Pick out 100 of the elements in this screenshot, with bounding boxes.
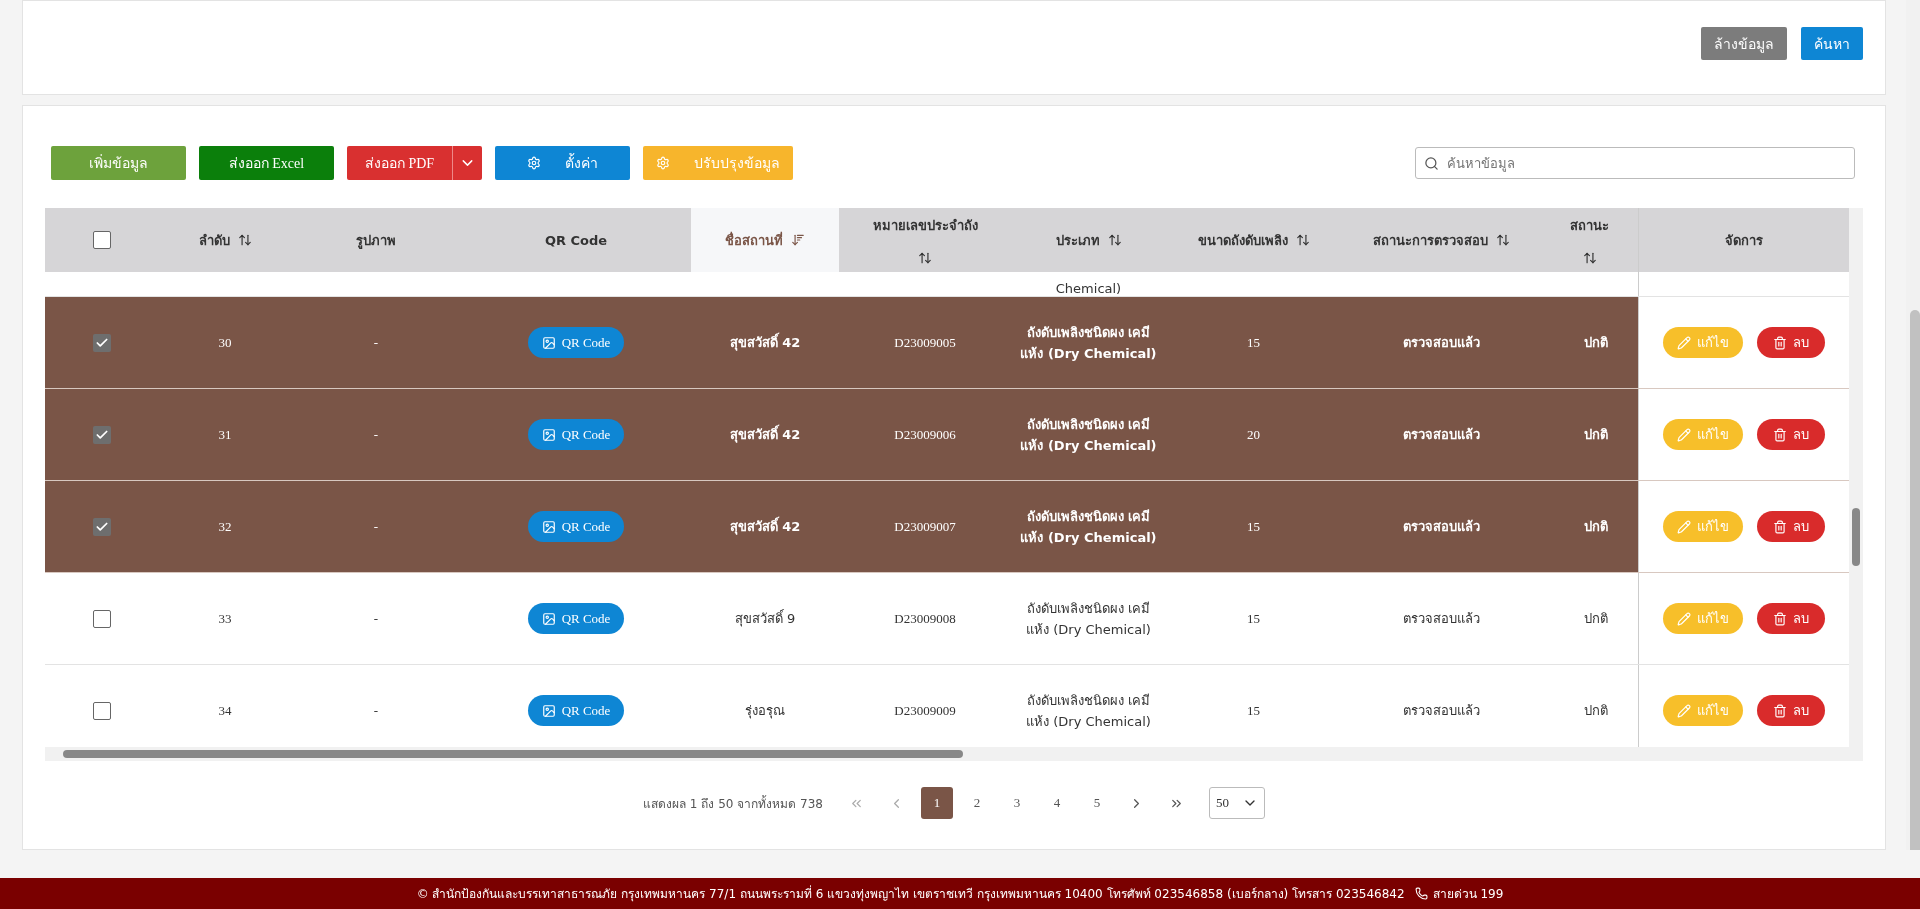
table-cell-text: ตรวจสอบแล้ว — [1402, 702, 1480, 720]
table-cell: 31 — [218, 426, 232, 443]
image-icon — [541, 703, 556, 718]
search-button[interactable]: ค้นหา — [1801, 27, 1863, 60]
toolbar-button[interactable]: เพิ่มข้อมูล — [51, 146, 186, 180]
table-cell: D23009009 — [894, 702, 956, 719]
table-cell: 15 — [1247, 518, 1260, 535]
image-icon — [541, 335, 556, 350]
table-cell-text: ถังดับเพลิงชนิดผง เคมีแห้ง (Dry Chemical) — [1019, 415, 1158, 455]
table-cell-text: รุ่งอรุณ — [745, 702, 785, 721]
image-icon — [541, 611, 556, 626]
column-header[interactable]: ชื่อสถานที่ — [691, 208, 839, 272]
table-cell-text: ปกติ — [1584, 702, 1608, 720]
table-cell: - — [373, 426, 379, 443]
table-cell-text: ตรวจสอบแล้ว — [1402, 610, 1480, 628]
page-button[interactable]: 1 — [920, 787, 953, 819]
hotline: สายด่วน 199 — [1414, 884, 1504, 903]
pagination-info: แสดงผล 1 ถึง 50 จากทั้งหมด 738 — [643, 794, 823, 813]
table-cell: สุขสวัสดิ์ 42 — [729, 424, 801, 445]
page-button[interactable]: 4 — [1040, 787, 1073, 819]
table-row[interactable]: 30 - QR Code สุขสวัสดิ์ 42 D23009005 ถังดับเพลิงชนิดผง เคมีแห้ง (Dry Chemical) 15 ตรวจสอบแล้ว ปกติ แก้ไข ลบ — [45, 297, 1849, 389]
trash-icon — [1773, 335, 1787, 350]
table-row[interactable]: 32 - QR Code สุขสวัสดิ์ 42 D23009007 ถังดับเพลิงชนิดผง เคมีแห้ง (Dry Chemical) 15 ตรวจสอบแล้ว ปกติ แก้ไข ลบ — [45, 481, 1849, 573]
column-header: QR Code — [543, 231, 609, 250]
page-button[interactable]: 5 — [1080, 787, 1113, 819]
table-cell: - — [373, 334, 379, 351]
checkbox[interactable] — [93, 609, 111, 628]
pencil-icon — [1677, 335, 1691, 350]
table-row[interactable]: 33 - QR Code สุขสวัสดิ์ 9 D23009008 ถังดับเพลิงชนิดผง เคมีแห้ง (Dry Chemical) 15 ตรวจสอบแล้ว ปกติ แก้ไข ลบ — [45, 573, 1849, 665]
table-cell-text: ถังดับเพลิงชนิดผง เคมีแห้ง (Dry Chemical) — [1019, 507, 1158, 547]
export-pdf-button[interactable]: ส่งออก PDF — [347, 146, 452, 180]
trash-icon — [1773, 611, 1787, 626]
column-header: รูปภาพ — [355, 231, 397, 251]
table-cell: สุขสวัสดิ์ 42 — [729, 516, 801, 537]
table-cell-text: ปกติ — [1584, 334, 1608, 352]
table-cell-text: ปกติ — [1584, 426, 1608, 444]
qr-code-button[interactable]: QR Code — [527, 603, 625, 634]
delete-button[interactable]: ลบ — [1757, 327, 1825, 358]
page-button[interactable]: 3 — [1000, 787, 1033, 819]
table-cell: - — [373, 518, 379, 535]
page-size-select[interactable]: 50 — [1208, 787, 1265, 819]
checkbox[interactable] — [93, 517, 111, 536]
checkbox[interactable] — [93, 425, 111, 444]
toolbar-button[interactable]: ส่งออก Excel — [199, 146, 334, 180]
table-cell: D23009005 — [894, 334, 956, 351]
trash-icon — [1773, 427, 1787, 442]
horizontal-scrollbar[interactable] — [45, 747, 1863, 761]
table-cell: 32 — [218, 518, 232, 535]
table-cell: Chemical) — [1055, 281, 1122, 296]
search-field[interactable]: ค้นหาข้อมูล — [1415, 147, 1855, 179]
clear-button[interactable]: ล้างข้อมูล — [1701, 27, 1787, 60]
table-cell-text: ปกติ — [1584, 518, 1608, 536]
trash-icon — [1773, 703, 1787, 718]
delete-button[interactable]: ลบ — [1757, 603, 1825, 634]
checkbox[interactable] — [93, 701, 111, 720]
column-header[interactable]: ขนาดถังดับเพลิง — [1166, 208, 1341, 272]
page-button[interactable]: 2 — [960, 787, 993, 819]
phone-icon — [1414, 887, 1428, 900]
pencil-icon — [1677, 703, 1691, 718]
column-header[interactable]: ประเภท — [1011, 208, 1166, 272]
table-cell: 15 — [1247, 610, 1260, 627]
table-cell-text: ถังดับเพลิงชนิดผง เคมีแห้ง (Dry Chemical) — [1019, 323, 1158, 363]
delete-button[interactable]: ลบ — [1757, 511, 1825, 542]
pencil-icon — [1677, 519, 1691, 534]
table-cell: 33 — [218, 610, 232, 627]
column-header[interactable]: ลำดับ — [159, 208, 291, 272]
vertical-scrollbar[interactable] — [1849, 208, 1863, 747]
column-header[interactable]: สถานะการตรวจสอบ — [1341, 208, 1541, 272]
column-header[interactable]: สถานะ — [1541, 208, 1638, 272]
toolbar-button[interactable]: ตั้งค่า — [495, 146, 630, 180]
delete-button[interactable]: ลบ — [1757, 695, 1825, 726]
column-header[interactable]: หมายเลขประจำถัง — [839, 208, 1011, 272]
qr-code-button[interactable]: QR Code — [527, 511, 625, 542]
table-cell: 15 — [1247, 334, 1260, 351]
checkbox[interactable] — [93, 333, 111, 352]
image-icon — [541, 519, 556, 534]
image-icon — [541, 427, 556, 442]
table-row[interactable]: 31 - QR Code สุขสวัสดิ์ 42 D23009006 ถังดับเพลิงชนิดผง เคมีแห้ง (Dry Chemical) 20 ตรวจสอบแล้ว ปกติ แก้ไข ลบ — [45, 389, 1849, 481]
table-cell: สุขสวัสดิ์ 9 — [734, 608, 796, 629]
table-cell-text: ตรวจสอบแล้ว — [1402, 518, 1480, 536]
table-cell: D23009006 — [894, 426, 956, 443]
trash-icon — [1773, 519, 1787, 534]
table-cell-text: ตรวจสอบแล้ว — [1402, 426, 1480, 444]
table-cell: D23009008 — [894, 610, 956, 627]
table-cell-text: ถังดับเพลิงชนิดผง เคมีแห้ง (Dry Chemical) — [1025, 599, 1152, 639]
gear-icon — [527, 156, 541, 170]
pencil-icon — [1677, 611, 1691, 626]
delete-button[interactable]: ลบ — [1757, 419, 1825, 450]
table-cell: D23009007 — [894, 518, 956, 535]
qr-code-button[interactable]: QR Code — [527, 327, 625, 358]
pencil-icon — [1677, 427, 1691, 442]
gear-icon — [656, 156, 670, 170]
table-cell: 34 — [218, 702, 232, 719]
table-cell: 20 — [1247, 426, 1260, 443]
qr-code-button[interactable]: QR Code — [527, 419, 625, 450]
search-icon — [1424, 155, 1439, 171]
qr-code-button[interactable]: QR Code — [527, 695, 625, 726]
checkbox[interactable] — [93, 231, 111, 249]
table-cell: - — [373, 702, 379, 719]
table-cell: 30 — [218, 334, 232, 351]
